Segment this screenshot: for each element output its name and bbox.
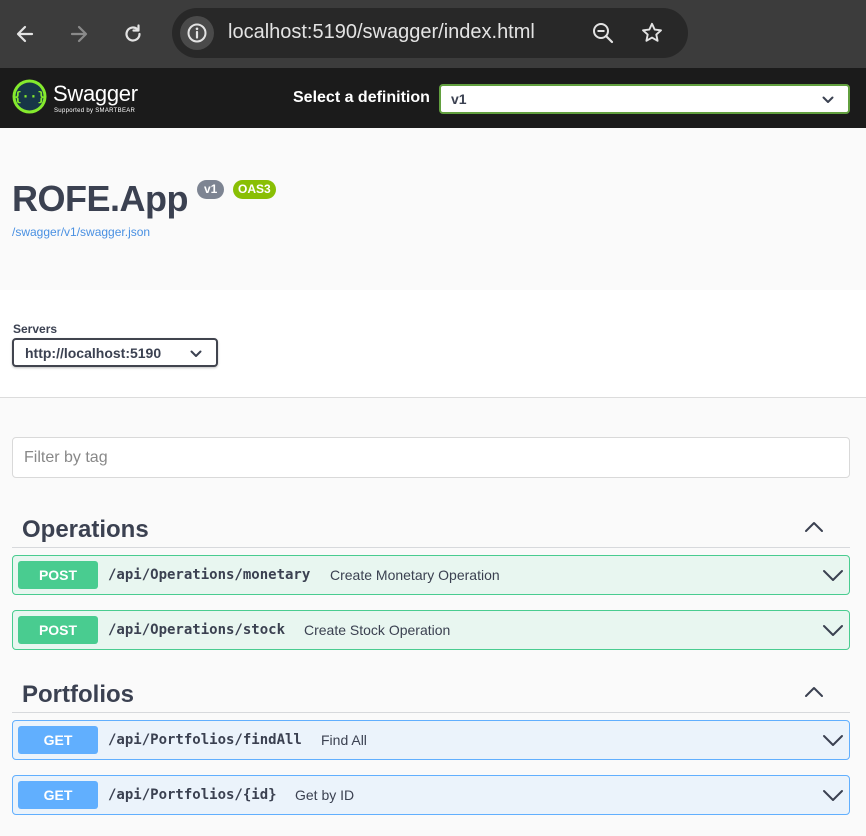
- info-section: ROFE.App v1 OAS3 /swagger/v1/swagger.jso…: [0, 128, 866, 290]
- star-icon: [642, 22, 662, 42]
- chevron-down-icon[interactable]: [821, 731, 845, 751]
- forward-button[interactable]: [61, 16, 97, 52]
- address-bar[interactable]: localhost:5190/swagger/index.html: [172, 8, 688, 58]
- operation-summary: Create Stock Operation: [304, 622, 451, 638]
- method-badge: POST: [18, 561, 98, 589]
- svg-text:{··}: {··}: [14, 90, 45, 105]
- operation-get-by-id[interactable]: GET /api/Portfolios/{id} Get by ID: [12, 775, 850, 815]
- definition-select[interactable]: v1: [439, 84, 850, 114]
- operation-summary: Create Monetary Operation: [330, 567, 500, 583]
- spec-json-link[interactable]: /swagger/v1/swagger.json: [12, 225, 150, 239]
- site-info-button[interactable]: [180, 16, 214, 50]
- back-button[interactable]: [7, 16, 43, 52]
- servers-label: Servers: [13, 322, 58, 336]
- operation-get-findall[interactable]: GET /api/Portfolios/findAll Find All: [12, 720, 850, 760]
- chevron-up-icon[interactable]: [804, 685, 824, 699]
- servers-select[interactable]: http://localhost:5190: [12, 338, 218, 367]
- method-badge: POST: [18, 616, 98, 644]
- chevron-down-icon: [190, 350, 202, 357]
- browser-toolbar: localhost:5190/swagger/index.html: [0, 0, 866, 68]
- servers-section: Servers http://localhost:5190: [0, 290, 866, 398]
- servers-select-value: http://localhost:5190: [25, 345, 162, 361]
- swagger-logo-icon: {··}: [12, 79, 47, 114]
- definition-select-value: v1: [451, 91, 467, 107]
- operation-post-stock[interactable]: POST /api/Operations/stock Create Stock …: [12, 610, 850, 650]
- api-title: ROFE.App: [12, 178, 188, 219]
- tag-header-portfolios[interactable]: Portfolios: [12, 671, 850, 713]
- method-badge: GET: [18, 726, 98, 754]
- chevron-down-icon[interactable]: [821, 566, 845, 586]
- operation-path: /api/Operations/monetary: [108, 567, 311, 583]
- oas-badge: OAS3: [233, 180, 276, 199]
- version-badge: v1: [197, 180, 225, 199]
- chevron-down-icon[interactable]: [821, 621, 845, 641]
- logo-text: Swagger: [53, 81, 138, 106]
- swagger-topbar: {··} Swagger Supported by SMARTBEAR Sele…: [0, 68, 866, 128]
- reload-icon: [125, 24, 141, 42]
- operation-path: /api/Operations/stock: [108, 622, 286, 638]
- chevron-down-icon: [822, 96, 834, 103]
- chevron-up-icon[interactable]: [804, 520, 824, 534]
- url-text[interactable]: localhost:5190/swagger/index.html: [228, 21, 535, 44]
- zoom-button[interactable]: [588, 18, 618, 48]
- operation-post-monetary[interactable]: POST /api/Operations/monetary Create Mon…: [12, 555, 850, 595]
- zoom-out-icon: [593, 23, 614, 44]
- operation-path: /api/Portfolios/findAll: [108, 732, 302, 748]
- operation-summary: Find All: [321, 732, 367, 748]
- swagger-logo[interactable]: {··} Swagger Supported by SMARTBEAR: [12, 79, 162, 119]
- filter-by-tag-input[interactable]: [12, 437, 850, 478]
- bookmark-button[interactable]: [637, 18, 667, 48]
- reload-button[interactable]: [115, 16, 151, 52]
- operation-summary: Get by ID: [295, 787, 355, 803]
- chevron-down-icon[interactable]: [821, 786, 845, 806]
- arrow-right-icon: [70, 25, 88, 43]
- tag-title: Operations: [22, 516, 149, 543]
- arrow-left-icon: [16, 25, 34, 43]
- definition-label: Select a definition: [293, 89, 430, 106]
- operation-path: /api/Portfolios/{id}: [108, 787, 277, 803]
- tag-title: Portfolios: [22, 681, 134, 708]
- logo-subtext: Supported by SMARTBEAR: [54, 108, 136, 114]
- info-icon: [187, 23, 207, 43]
- tag-header-operations[interactable]: Operations: [12, 506, 850, 548]
- method-badge: GET: [18, 781, 98, 809]
